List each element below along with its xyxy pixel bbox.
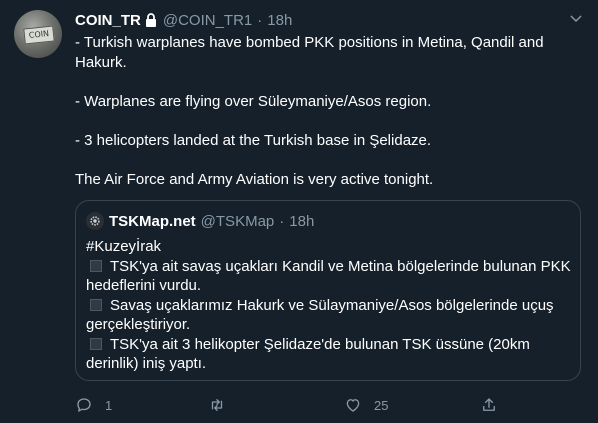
like-button[interactable]: 25 [344, 394, 388, 416]
avatar-plate-text: COIN [28, 28, 50, 41]
quoted-tweet-time: 18h [289, 212, 315, 230]
author-handle[interactable]: @COIN_TR1 [163, 12, 252, 29]
tweet-header: COIN_TR @COIN_TR1 · 18h [75, 10, 292, 30]
quoted-item-text: TSK'ya ait 3 helikopter Şelidaze'de bulu… [86, 335, 530, 373]
like-count: 25 [374, 397, 389, 413]
quoted-item-text: Savaş uçaklarımız Hakurk ve Sülaymaniye/… [86, 296, 554, 334]
quoted-header-separator: · [279, 212, 285, 230]
header-separator: · [257, 11, 263, 29]
author-avatar[interactable]: COIN [14, 10, 62, 58]
tweet-line: - Warplanes are flying over Süleymaniye/… [75, 92, 432, 110]
quoted-author-handle: @TSKMap [200, 212, 275, 230]
tweet-line: The Air Force and Army Aviation is very … [75, 170, 434, 188]
quoted-tweet[interactable]: TSKMap.net @TSKMap · 18h #Kuzeyİrak TSK'… [75, 200, 581, 381]
quoted-item: Savaş uçaklarımız Hakurk ve Sülaymaniye/… [86, 296, 572, 335]
tweet-actions: 1 25 [75, 394, 545, 416]
reply-button[interactable]: 1 [75, 394, 112, 416]
more-options-button[interactable] [565, 8, 587, 30]
like-icon [346, 399, 360, 412]
avatar-plate: COIN [23, 25, 55, 45]
reply-icon [77, 398, 91, 412]
quoted-hashtag[interactable]: #Kuzeyİrak [86, 237, 572, 257]
tweet-time[interactable]: 18h [267, 12, 292, 29]
author-name[interactable]: COIN_TR [75, 12, 141, 29]
share-button[interactable] [480, 394, 498, 416]
share-icon [483, 398, 495, 411]
retweet-icon [211, 399, 223, 411]
lock-icon [144, 12, 158, 28]
quoted-tweet-body: #Kuzeyİrak TSK'ya ait savaş uçakları Kan… [86, 237, 572, 374]
quoted-item: TSK'ya ait 3 helikopter Şelidaze'de bulu… [86, 335, 572, 374]
tweet-line: - Turkish warplanes have bombed PKK posi… [75, 34, 544, 71]
quoted-author-name: TSKMap.net [109, 212, 196, 230]
bullet-box-icon [90, 298, 102, 311]
quoted-item: TSK'ya ait savaş uçakları Kandil ve Meti… [86, 257, 572, 296]
chevron-down-icon [570, 15, 582, 22]
quoted-item-text: TSK'ya ait savaş uçakları Kandil ve Meti… [86, 257, 571, 295]
tweet-text: - Turkish warplanes have bombed PKK posi… [75, 33, 545, 189]
bullet-box-icon [90, 337, 102, 350]
reply-count: 1 [105, 397, 113, 413]
quoted-tweet-header: TSKMap.net @TSKMap · 18h [86, 211, 314, 231]
tweet-line: - 3 helicopters landed at the Turkish ba… [75, 131, 432, 149]
gear-logo-icon [90, 216, 100, 226]
retweet-button[interactable] [208, 394, 238, 416]
quoted-author-avatar [86, 212, 104, 230]
bullet-box-icon [90, 259, 102, 272]
